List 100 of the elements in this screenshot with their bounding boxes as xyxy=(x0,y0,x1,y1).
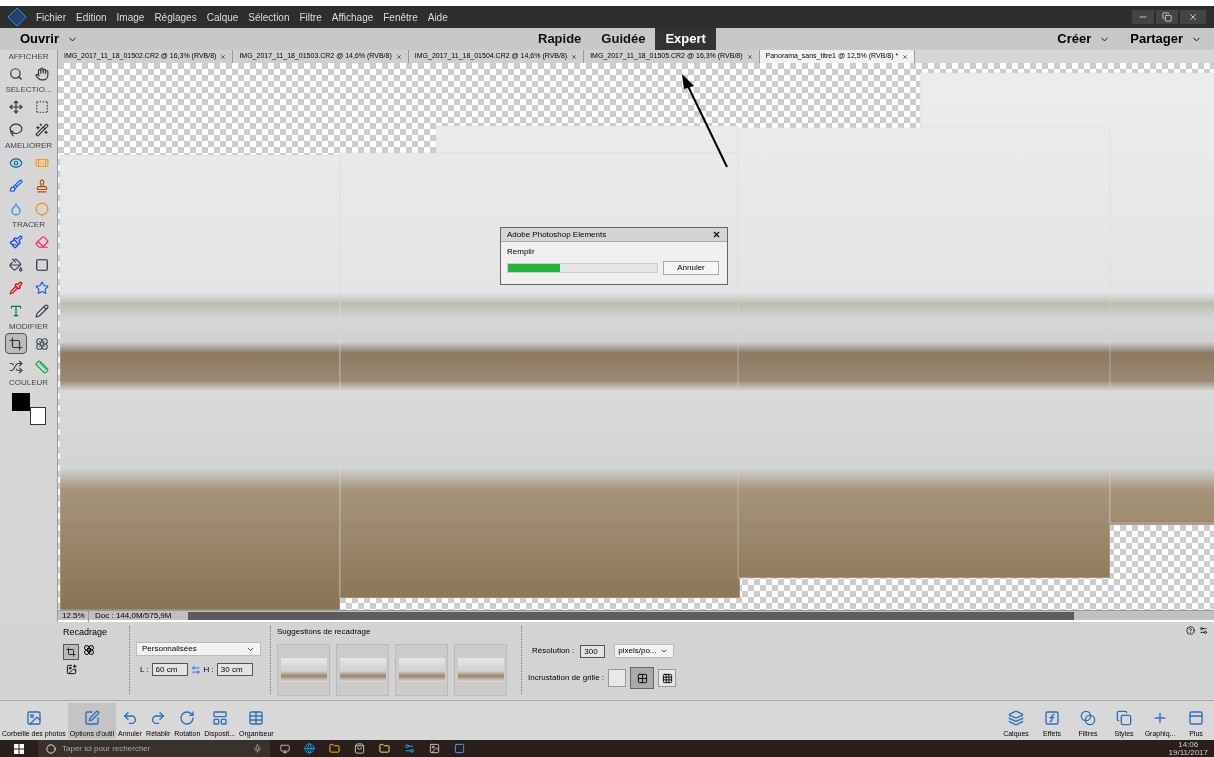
star-icon xyxy=(34,280,49,295)
eraser-icon xyxy=(34,234,49,249)
marquee-icon xyxy=(34,99,49,114)
layout-icon xyxy=(211,709,228,726)
open-button[interactable]: Ouvrir xyxy=(0,29,78,49)
eye-icon xyxy=(8,155,23,170)
move-icon xyxy=(8,99,23,114)
wand-icon xyxy=(34,122,49,137)
menu-item[interactable]: Affichage xyxy=(331,9,374,25)
app-icon[interactable] xyxy=(404,743,415,754)
mode-tab[interactable]: Guidée xyxy=(591,28,656,50)
menu-item[interactable]: Filtre xyxy=(299,9,322,25)
blend-icon xyxy=(1080,709,1096,726)
grid-option[interactable] xyxy=(658,669,677,687)
redo-icon xyxy=(150,709,167,726)
mode-tab[interactable]: Expert xyxy=(655,28,716,50)
tool-section-title: SELECTIO... xyxy=(5,84,52,96)
crop-icon xyxy=(8,336,23,351)
horizontal-scrollbar[interactable] xyxy=(188,611,1074,620)
folder-icon[interactable] xyxy=(329,743,340,754)
menu-item[interactable]: Image xyxy=(116,9,145,25)
undo-icon xyxy=(122,709,139,726)
store-icon[interactable] xyxy=(354,743,365,754)
resolution-label: Résolution : xyxy=(532,645,575,657)
menu-item[interactable]: Fichier xyxy=(36,9,66,25)
close-icon[interactable] xyxy=(712,230,721,239)
swap-icon[interactable] xyxy=(190,664,201,675)
clock-time: 14:06 xyxy=(1178,740,1199,749)
foreground-color-swatch[interactable] xyxy=(11,393,30,411)
drop-icon xyxy=(8,201,23,216)
crop-suggestion-thumbnail[interactable] xyxy=(398,658,445,682)
photo-icon[interactable] xyxy=(66,663,77,675)
preset-dropdown[interactable]: Personnalisées xyxy=(136,642,261,656)
resolution-field[interactable]: 300 xyxy=(580,644,606,658)
flower-icon[interactable] xyxy=(83,643,95,656)
mode-tab[interactable]: Rapide xyxy=(528,28,592,50)
pipette-icon xyxy=(8,280,23,295)
crop-suggestion-thumbnail[interactable] xyxy=(457,658,504,682)
suggestions-title: Suggestions de recadrage xyxy=(277,626,372,638)
browser-icon[interactable] xyxy=(304,743,315,754)
menu-item[interactable]: Aide xyxy=(427,9,448,25)
menu-icon[interactable] xyxy=(1199,626,1208,635)
task-label: Remplir xyxy=(506,246,536,258)
crop-suggestion-thumbnail[interactable] xyxy=(339,658,386,682)
square-icon xyxy=(34,257,49,272)
width-field[interactable]: 60 cm xyxy=(151,663,188,676)
table-icon xyxy=(248,709,265,726)
zoom-icon xyxy=(8,66,23,81)
shuffle-icon xyxy=(8,359,23,374)
circle-icon xyxy=(34,201,49,216)
menu-item[interactable]: Edition xyxy=(76,9,107,25)
copy-icon xyxy=(1116,709,1132,726)
stamp-icon xyxy=(34,178,49,193)
paintbrush-icon xyxy=(8,234,23,249)
circle-icon xyxy=(46,743,56,754)
background-color-swatch[interactable] xyxy=(29,407,46,425)
pen-square-icon xyxy=(83,709,100,726)
crop-icon xyxy=(66,646,76,657)
help-icon[interactable] xyxy=(1186,626,1195,635)
windows-logo-icon[interactable] xyxy=(14,743,24,754)
tool-section-title: TRACER xyxy=(12,219,45,231)
close-icon xyxy=(1188,12,1198,22)
height-label: H : xyxy=(203,663,214,676)
grid-option[interactable] xyxy=(630,667,655,689)
task-view-icon[interactable] xyxy=(280,743,290,754)
crop-tool[interactable] xyxy=(63,643,79,660)
width-label: L : xyxy=(140,663,149,676)
action-menu-button[interactable]: Créer xyxy=(1057,29,1111,49)
tool-section-title: AFFICHER xyxy=(8,51,49,63)
action-menu-button[interactable]: Partager xyxy=(1130,29,1202,49)
menu-item[interactable]: Sélection xyxy=(248,9,290,25)
tool-section-title: MODIFIER xyxy=(8,321,49,333)
close-button[interactable] xyxy=(1180,10,1206,24)
panel-icon xyxy=(1188,709,1204,726)
lasso-icon xyxy=(8,122,23,137)
caret-icon xyxy=(659,647,668,655)
photo-icon xyxy=(25,709,42,726)
taskbar-search-field[interactable]: Taper ici pour rechercher xyxy=(38,740,270,757)
menu-item[interactable]: Réglages xyxy=(154,9,197,25)
options-title: Recadrage xyxy=(63,626,109,639)
brush-icon xyxy=(8,178,23,193)
minimize-button[interactable] xyxy=(1132,10,1154,24)
crop-tool[interactable] xyxy=(4,333,27,354)
restore-button[interactable] xyxy=(1156,10,1178,24)
cancel-button[interactable]: Annuler xyxy=(663,261,719,275)
hand-icon xyxy=(34,66,49,81)
text-icon xyxy=(8,303,23,318)
paint-bucket-icon xyxy=(8,257,23,272)
menu-item[interactable]: Fenêtre xyxy=(383,9,418,25)
zoom-level: 12.5% xyxy=(61,609,86,622)
pencil-icon xyxy=(34,303,49,318)
document-icon[interactable] xyxy=(454,743,465,754)
fx-icon xyxy=(1044,709,1060,726)
height-field[interactable]: 30 cm xyxy=(216,663,253,676)
crop-suggestion-thumbnail[interactable] xyxy=(280,658,327,682)
layers-icon xyxy=(1008,709,1024,726)
menu-item[interactable]: Calque xyxy=(206,9,239,25)
unit-dropdown[interactable]: pixels/po... xyxy=(614,644,675,658)
ruler-icon xyxy=(34,359,49,374)
microphone-icon xyxy=(253,744,262,753)
